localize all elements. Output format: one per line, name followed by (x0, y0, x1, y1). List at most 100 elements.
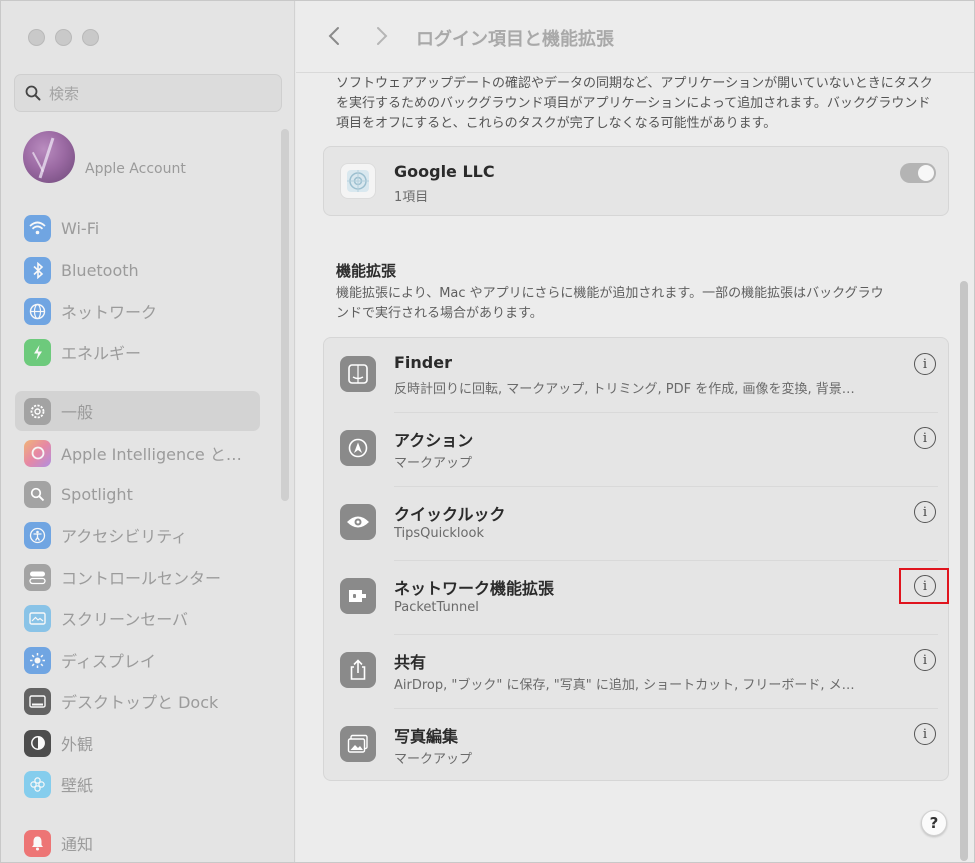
network-extension-icon (340, 578, 376, 614)
list-item: アクション マークアップ i (324, 412, 950, 486)
screensaver-icon (24, 604, 51, 632)
extensions-list: Finder 反時計回りに回転, マークアップ, トリミング, PDF を作成,… (323, 337, 949, 781)
sidebar-item-label: 外観 (61, 735, 94, 754)
sidebar-item-apple-intelligence[interactable]: Apple Intelligence と… (15, 433, 260, 473)
background-item-count: 1項目 (394, 190, 429, 205)
sidebar-item-energy[interactable]: エネルギー (15, 332, 260, 372)
sidebar-item-bluetooth[interactable]: Bluetooth (15, 250, 260, 290)
sidebar-item-display[interactable]: ディスプレイ (15, 640, 260, 680)
action-icon (340, 430, 376, 466)
info-button-photo-edit[interactable]: i (914, 723, 936, 745)
info-icon: i (922, 726, 928, 742)
sidebar-item-control-center[interactable]: コントロールセンター (15, 557, 260, 597)
globe-icon (24, 297, 51, 325)
list-item: 写真編集 マークアップ i (324, 708, 950, 782)
sidebar-item-network[interactable]: ネットワーク (15, 291, 260, 331)
notification-icon (24, 829, 51, 857)
chevron-right-icon (377, 27, 388, 45)
sidebar-item-wallpaper[interactable]: 壁紙 (15, 764, 260, 804)
search-placeholder: 検索 (49, 84, 80, 103)
appearance-icon (24, 729, 51, 757)
extension-name: アクション (394, 431, 474, 450)
info-button-finder[interactable]: i (914, 353, 936, 375)
main-scrollbar[interactable] (960, 281, 968, 861)
sidebar-item-label: 一般 (61, 403, 94, 422)
extensions-section-title: 機能拡張 (336, 262, 397, 280)
control-center-icon (24, 563, 51, 591)
list-item: ネットワーク機能拡張 PacketTunnel i (324, 560, 950, 634)
bluetooth-icon (24, 256, 51, 284)
settings-window: 検索 Apple Account Wi-Fi Bluetooth ネットワーク (0, 0, 975, 863)
close-window-button[interactable] (28, 29, 45, 46)
background-item-toggle[interactable] (900, 163, 936, 183)
extension-name: Finder (394, 353, 452, 372)
extension-name: クイックルック (394, 505, 506, 524)
extension-name: 写真編集 (394, 727, 459, 746)
sidebar-item-appearance[interactable]: 外観 (15, 723, 260, 763)
sidebar-item-wifi[interactable]: Wi-Fi (15, 208, 260, 248)
sidebar-item-label: コントロールセンター (61, 569, 222, 588)
list-item: クイックルック TipsQuicklook i (324, 486, 950, 560)
info-icon: i (922, 356, 928, 372)
info-button-share[interactable]: i (914, 649, 936, 671)
sidebar-item-label: Apple Intelligence と… (61, 445, 242, 464)
extension-detail: AirDrop, "ブック" に保存, "写真" に追加, ショートカット, フ… (394, 678, 855, 693)
sidebar-item-label: Bluetooth (61, 260, 139, 280)
info-button-quicklook[interactable]: i (914, 501, 936, 523)
extension-detail: マークアップ (394, 456, 473, 471)
zoom-window-button[interactable] (82, 29, 99, 46)
sidebar-item-label: ネットワーク (61, 303, 158, 322)
info-icon: i (922, 652, 928, 668)
sidebar-item-label: Wi-Fi (61, 218, 100, 238)
apple-account-label: Apple Account (85, 161, 186, 177)
sidebar-item-label: 壁紙 (61, 776, 94, 795)
extension-name: 共有 (394, 653, 427, 672)
main-pane: ログイン項目と機能拡張 ソフトウェアアップデートの確認やデータの同期など、アプリ… (296, 1, 974, 862)
extension-detail: マークアップ (394, 752, 473, 767)
background-items-description: ソフトウェアアップデートの確認やデータの同期など、アプリケーションが開いていない… (336, 76, 933, 131)
apple-account-item[interactable]: Apple Account (23, 131, 186, 183)
wallpaper-icon (24, 770, 51, 798)
toolbar: ログイン項目と機能拡張 (296, 1, 974, 73)
sidebar-item-screensaver[interactable]: スクリーンセーバ (15, 598, 260, 638)
sidebar-item-label: アクセシビリティ (61, 527, 188, 546)
wifi-icon (24, 214, 51, 242)
apple-intelligence-icon (24, 439, 51, 467)
back-button[interactable] (324, 23, 344, 49)
sidebar-scrollbar[interactable] (281, 129, 289, 501)
eye-icon (340, 504, 376, 540)
info-icon: i (922, 504, 928, 520)
list-item: 共有 AirDrop, "ブック" に保存, "写真" に追加, ショートカット… (324, 634, 950, 708)
search-field[interactable]: 検索 (14, 74, 282, 112)
help-button[interactable]: ? (921, 810, 947, 836)
info-icon: i (922, 430, 928, 446)
extension-detail: 反時計回りに回転, マークアップ, トリミング, PDF を作成, 画像を変換,… (394, 382, 855, 397)
sidebar-item-general[interactable]: 一般 (15, 391, 260, 431)
list-item: Finder 反時計回りに回転, マークアップ, トリミング, PDF を作成,… (324, 338, 950, 412)
window-controls (28, 29, 99, 46)
sidebar-item-desktop-dock[interactable]: デスクトップと Dock (15, 681, 260, 721)
highlight-box (899, 568, 949, 604)
dock-icon (24, 687, 51, 715)
display-icon (24, 646, 51, 674)
sidebar-item-spotlight[interactable]: Spotlight (15, 474, 260, 514)
sidebar: 検索 Apple Account Wi-Fi Bluetooth ネットワーク (1, 1, 295, 862)
battery-icon (24, 338, 51, 366)
minimize-window-button[interactable] (55, 29, 72, 46)
info-button-action[interactable]: i (914, 427, 936, 449)
finder-icon (340, 356, 376, 392)
sidebar-item-label: エネルギー (61, 344, 142, 363)
accessibility-icon (24, 521, 51, 549)
sidebar-item-label: Spotlight (61, 484, 133, 504)
forward-button[interactable] (372, 23, 392, 49)
sidebar-item-accessibility[interactable]: アクセシビリティ (15, 515, 260, 555)
gear-icon (24, 397, 51, 425)
background-item-name: Google LLC (394, 162, 495, 181)
extension-name: ネットワーク機能拡張 (394, 579, 555, 598)
chevron-left-icon (328, 27, 339, 45)
extension-detail: TipsQuicklook (394, 526, 484, 541)
sidebar-item-notifications[interactable]: 通知 (15, 823, 260, 862)
avatar (23, 131, 75, 183)
sidebar-item-label: デスクトップと Dock (61, 693, 219, 712)
magnifier-icon (24, 480, 51, 508)
